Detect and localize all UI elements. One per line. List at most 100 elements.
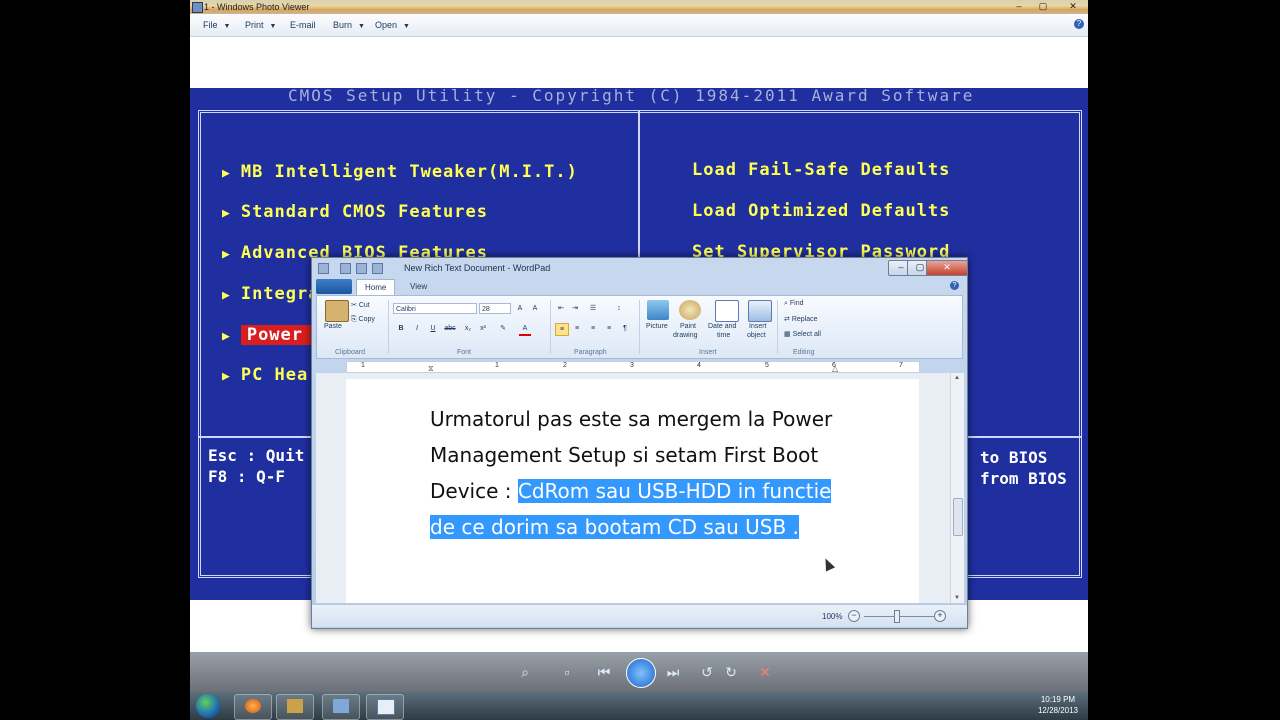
- photo-top-margin: [190, 37, 1088, 89]
- tab-view[interactable]: View: [402, 281, 435, 292]
- firefox-icon: [245, 699, 261, 713]
- photo-viewer-titlebar: 1 - Windows Photo Viewer – ▢ ✕: [190, 0, 1088, 14]
- bios-menu-item: ▶ Standard CMOS Features: [222, 202, 488, 222]
- menu-open[interactable]: Open ▼: [375, 20, 410, 30]
- insert-object-label2[interactable]: object: [747, 332, 766, 339]
- scrollbar-thumb[interactable]: [953, 498, 963, 536]
- actual-size-icon[interactable]: ▫: [558, 664, 576, 680]
- font-color-icon[interactable]: A: [519, 323, 531, 336]
- scroll-down-icon[interactable]: ▼: [954, 595, 960, 601]
- bios-footer-text: F8 : Q-F: [208, 467, 286, 486]
- delete-icon[interactable]: ✕: [756, 664, 774, 680]
- wordpad-window: New Rich Text Document - WordPad – ▢ ✕ H…: [311, 257, 968, 629]
- undo-icon[interactable]: [356, 263, 367, 274]
- maximize-button[interactable]: ▢: [1036, 1, 1050, 11]
- align-left-icon[interactable]: ≡: [555, 323, 569, 336]
- shrink-font-icon[interactable]: A: [529, 303, 541, 314]
- insert-object-icon[interactable]: [748, 300, 772, 322]
- rotate-ccw-icon[interactable]: ↺: [698, 664, 716, 680]
- bios-option: Load Fail-Safe Defaults: [692, 160, 951, 180]
- calendar-icon[interactable]: [715, 300, 739, 322]
- document-text[interactable]: Urmatorul pas este sa mergem la Power Ma…: [430, 401, 850, 545]
- superscript-button[interactable]: x²: [477, 323, 489, 334]
- menu-burn[interactable]: Burn ▼: [333, 20, 365, 30]
- minimize-button[interactable]: –: [1012, 1, 1026, 11]
- save-icon[interactable]: [340, 263, 351, 274]
- font-family-select[interactable]: Calibri: [393, 303, 477, 314]
- font-size-select[interactable]: 28: [479, 303, 511, 314]
- paste-label[interactable]: Paste: [324, 323, 342, 330]
- menu-file[interactable]: File ▼: [203, 20, 230, 30]
- rotate-cw-icon[interactable]: ↻: [722, 664, 740, 680]
- tab-home[interactable]: Home: [356, 279, 396, 295]
- taskbar-firefox[interactable]: [234, 694, 272, 720]
- wordpad-close-button[interactable]: ✕: [926, 260, 968, 276]
- redo-icon[interactable]: [372, 263, 383, 274]
- ruler-number: 1: [361, 362, 365, 369]
- system-clock[interactable]: 10:19 PM 12/28/2013: [1038, 694, 1078, 716]
- zoom-out-button[interactable]: −: [848, 610, 860, 622]
- zoom-in-button[interactable]: +: [934, 610, 946, 622]
- decrease-indent-icon[interactable]: ⇤: [555, 303, 567, 314]
- slideshow-icon[interactable]: [626, 658, 656, 688]
- cut-button[interactable]: ✂ Cut: [351, 301, 370, 309]
- help-icon[interactable]: ?: [950, 281, 959, 290]
- previous-icon[interactable]: ⏮: [595, 664, 613, 680]
- chevron-down-icon: ▼: [358, 23, 365, 30]
- grow-font-icon[interactable]: A: [514, 303, 526, 314]
- ribbon-separator: [550, 300, 551, 354]
- italic-button[interactable]: I: [411, 323, 423, 334]
- taskbar-wordpad[interactable]: [366, 694, 404, 720]
- right-indent-marker-icon[interactable]: △: [832, 364, 838, 373]
- replace-button[interactable]: ⇄ Replace: [784, 315, 818, 323]
- triangle-right-icon: ▶: [222, 206, 231, 221]
- menu-print[interactable]: Print ▼: [245, 20, 276, 30]
- strikethrough-button[interactable]: abc: [444, 323, 456, 334]
- justify-icon[interactable]: ≡: [603, 323, 615, 334]
- increase-indent-icon[interactable]: ⇥: [569, 303, 581, 314]
- bios-option: Load Optimized Defaults: [692, 201, 951, 221]
- photo-viewer-title: 1 - Windows Photo Viewer: [204, 2, 310, 12]
- taskbar-app[interactable]: [276, 694, 314, 720]
- scroll-up-icon[interactable]: ▲: [954, 375, 960, 381]
- copy-button[interactable]: ⎘ Copy: [351, 316, 375, 324]
- right-black-border: [1088, 0, 1280, 720]
- next-icon[interactable]: ⏭: [664, 664, 682, 680]
- insert-object-label1[interactable]: Insert: [749, 323, 767, 330]
- find-button[interactable]: ⌕ Find: [784, 300, 804, 308]
- start-button[interactable]: [196, 694, 220, 718]
- menu-email[interactable]: E-mail: [290, 20, 316, 30]
- triangle-right-icon: ▶: [222, 369, 231, 384]
- paint-drawing-label1[interactable]: Paint: [680, 323, 696, 330]
- subscript-button[interactable]: x₂: [462, 323, 474, 334]
- help-icon[interactable]: ?: [1074, 19, 1084, 29]
- bios-footer-text: from BIOS: [980, 469, 1067, 488]
- underline-button[interactable]: U: [427, 323, 439, 334]
- ribbon-separator: [639, 300, 640, 354]
- taskbar-photo-viewer[interactable]: [322, 694, 360, 720]
- bold-button[interactable]: B: [395, 323, 407, 334]
- zoom-slider-thumb[interactable]: [894, 610, 900, 623]
- triangle-right-icon: ▶: [222, 329, 231, 344]
- align-center-icon[interactable]: ≡: [571, 323, 583, 334]
- highlight-icon[interactable]: ✎: [497, 323, 509, 334]
- paint-drawing-label2[interactable]: drawing: [673, 332, 698, 339]
- date-time-label1[interactable]: Date and: [708, 323, 736, 330]
- vertical-scrollbar[interactable]: ▲ ▼: [950, 373, 964, 603]
- wordpad-menu-button[interactable]: [316, 279, 352, 294]
- picture-icon[interactable]: [647, 300, 669, 320]
- line-spacing-icon[interactable]: ↕: [613, 303, 625, 314]
- zoom-icon[interactable]: ⌕: [516, 664, 534, 680]
- select-all-button[interactable]: ▦ Select all: [784, 330, 821, 338]
- bullets-icon[interactable]: ☰: [587, 303, 599, 314]
- date-time-label2[interactable]: time: [717, 332, 730, 339]
- align-right-icon[interactable]: ≡: [587, 323, 599, 334]
- document-page[interactable]: Urmatorul pas este sa mergem la Power Ma…: [346, 379, 919, 603]
- paragraph-icon[interactable]: ¶: [619, 323, 631, 334]
- paint-drawing-icon[interactable]: [679, 300, 701, 320]
- close-button[interactable]: ✕: [1066, 1, 1080, 11]
- picture-button[interactable]: Picture: [646, 323, 668, 330]
- app-icon: [287, 699, 303, 713]
- ruler[interactable]: 1 1 2 3 4 5 6 7 ⧖ △: [346, 361, 920, 373]
- paste-icon[interactable]: [325, 300, 349, 322]
